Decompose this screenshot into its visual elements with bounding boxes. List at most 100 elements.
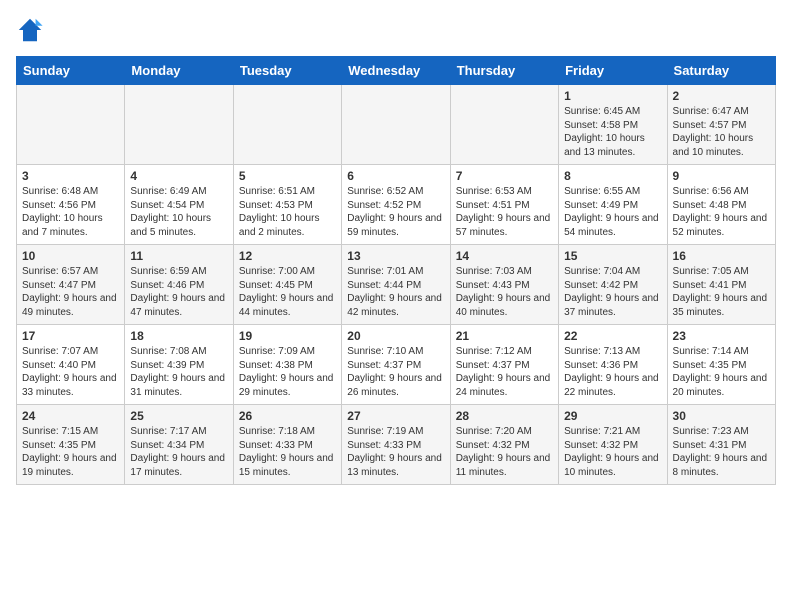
calendar-cell: 15 Sunrise: 7:04 AM Sunset: 4:42 PM Dayli… [559, 245, 667, 325]
calendar-cell: 30 Sunrise: 7:23 AM Sunset: 4:31 PM Dayli… [667, 405, 775, 485]
calendar-cell: 26 Sunrise: 7:18 AM Sunset: 4:33 PM Dayli… [233, 405, 341, 485]
day-info: Sunrise: 7:13 AM Sunset: 4:36 PM Dayligh… [564, 345, 661, 399]
day-info: Sunrise: 6:55 AM Sunset: 4:49 PM Dayligh… [564, 185, 661, 239]
day-number: 29 [564, 409, 661, 423]
day-number: 7 [456, 169, 553, 183]
calendar-cell: 28 Sunrise: 7:20 AM Sunset: 4:32 PM Dayli… [450, 405, 558, 485]
day-info: Sunrise: 7:07 AM Sunset: 4:40 PM Dayligh… [22, 345, 119, 399]
calendar-cell: 24 Sunrise: 7:15 AM Sunset: 4:35 PM Dayli… [17, 405, 125, 485]
calendar-cell [342, 85, 450, 165]
day-number: 13 [347, 249, 444, 263]
day-info: Sunrise: 7:00 AM Sunset: 4:45 PM Dayligh… [239, 265, 336, 319]
day-info: Sunrise: 6:52 AM Sunset: 4:52 PM Dayligh… [347, 185, 444, 239]
day-info: Sunrise: 6:47 AM Sunset: 4:57 PM Dayligh… [673, 105, 770, 159]
col-header-monday: Monday [125, 57, 233, 85]
calendar-cell: 18Sunrise: 7:08 AM Sunset: 4:39 PM Dayli… [125, 325, 233, 405]
day-number: 23 [673, 329, 770, 343]
day-number: 27 [347, 409, 444, 423]
day-number: 9 [673, 169, 770, 183]
header [16, 16, 776, 44]
day-number: 16 [673, 249, 770, 263]
day-info: Sunrise: 7:19 AM Sunset: 4:33 PM Dayligh… [347, 425, 444, 479]
calendar-week-row: 24 Sunrise: 7:15 AM Sunset: 4:35 PM Dayli… [17, 405, 776, 485]
day-number: 5 [239, 169, 336, 183]
day-number: 6 [347, 169, 444, 183]
day-number: 20 [347, 329, 444, 343]
calendar-week-row: 1 Sunrise: 6:45 AM Sunset: 4:58 PM Daylig… [17, 85, 776, 165]
calendar: SundayMondayTuesdayWednesdayThursdayFrid… [16, 56, 776, 485]
day-info: Sunrise: 6:53 AM Sunset: 4:51 PM Dayligh… [456, 185, 553, 239]
calendar-cell: 9 Sunrise: 6:56 AM Sunset: 4:48 PM Daylig… [667, 165, 775, 245]
calendar-cell [17, 85, 125, 165]
calendar-cell: 29 Sunrise: 7:21 AM Sunset: 4:32 PM Dayli… [559, 405, 667, 485]
day-number: 2 [673, 89, 770, 103]
day-info: Sunrise: 7:21 AM Sunset: 4:32 PM Dayligh… [564, 425, 661, 479]
calendar-cell: 10 Sunrise: 6:57 AM Sunset: 4:47 PM Dayli… [17, 245, 125, 325]
day-info: Sunrise: 7:09 AM Sunset: 4:38 PM Dayligh… [239, 345, 336, 399]
day-number: 1 [564, 89, 661, 103]
day-number: 12 [239, 249, 336, 263]
day-info: Sunrise: 6:45 AM Sunset: 4:58 PM Dayligh… [564, 105, 661, 159]
day-number: 15 [564, 249, 661, 263]
col-header-saturday: Saturday [667, 57, 775, 85]
day-number: 3 [22, 169, 119, 183]
day-info: Sunrise: 7:15 AM Sunset: 4:35 PM Dayligh… [22, 425, 119, 479]
day-info: Sunrise: 7:23 AM Sunset: 4:31 PM Dayligh… [673, 425, 770, 479]
calendar-header-row: SundayMondayTuesdayWednesdayThursdayFrid… [17, 57, 776, 85]
day-info: Sunrise: 7:20 AM Sunset: 4:32 PM Dayligh… [456, 425, 553, 479]
col-header-wednesday: Wednesday [342, 57, 450, 85]
calendar-cell [450, 85, 558, 165]
day-number: 4 [130, 169, 227, 183]
calendar-cell: 7 Sunrise: 6:53 AM Sunset: 4:51 PM Daylig… [450, 165, 558, 245]
logo [16, 16, 48, 44]
calendar-cell: 21 Sunrise: 7:12 AM Sunset: 4:37 PM Dayli… [450, 325, 558, 405]
day-info: Sunrise: 7:10 AM Sunset: 4:37 PM Dayligh… [347, 345, 444, 399]
day-number: 19 [239, 329, 336, 343]
calendar-cell [233, 85, 341, 165]
day-number: 28 [456, 409, 553, 423]
day-number: 30 [673, 409, 770, 423]
day-info: Sunrise: 6:56 AM Sunset: 4:48 PM Dayligh… [673, 185, 770, 239]
col-header-friday: Friday [559, 57, 667, 85]
calendar-cell: 22Sunrise: 7:13 AM Sunset: 4:36 PM Dayli… [559, 325, 667, 405]
calendar-week-row: 10 Sunrise: 6:57 AM Sunset: 4:47 PM Dayli… [17, 245, 776, 325]
day-info: Sunrise: 6:49 AM Sunset: 4:54 PM Dayligh… [130, 185, 227, 239]
day-info: Sunrise: 7:03 AM Sunset: 4:43 PM Dayligh… [456, 265, 553, 319]
day-number: 24 [22, 409, 119, 423]
day-number: 25 [130, 409, 227, 423]
day-info: Sunrise: 6:51 AM Sunset: 4:53 PM Dayligh… [239, 185, 336, 239]
day-info: Sunrise: 7:01 AM Sunset: 4:44 PM Dayligh… [347, 265, 444, 319]
day-info: Sunrise: 7:14 AM Sunset: 4:35 PM Dayligh… [673, 345, 770, 399]
calendar-cell: 1 Sunrise: 6:45 AM Sunset: 4:58 PM Daylig… [559, 85, 667, 165]
calendar-cell: 8Sunrise: 6:55 AM Sunset: 4:49 PM Daylig… [559, 165, 667, 245]
calendar-cell: 14 Sunrise: 7:03 AM Sunset: 4:43 PM Dayli… [450, 245, 558, 325]
col-header-sunday: Sunday [17, 57, 125, 85]
day-info: Sunrise: 7:18 AM Sunset: 4:33 PM Dayligh… [239, 425, 336, 479]
day-info: Sunrise: 7:12 AM Sunset: 4:37 PM Dayligh… [456, 345, 553, 399]
calendar-cell: 13 Sunrise: 7:01 AM Sunset: 4:44 PM Dayli… [342, 245, 450, 325]
day-info: Sunrise: 6:57 AM Sunset: 4:47 PM Dayligh… [22, 265, 119, 319]
day-number: 17 [22, 329, 119, 343]
day-number: 14 [456, 249, 553, 263]
calendar-cell: 25 Sunrise: 7:17 AM Sunset: 4:34 PM Dayli… [125, 405, 233, 485]
calendar-cell: 23 Sunrise: 7:14 AM Sunset: 4:35 PM Dayli… [667, 325, 775, 405]
calendar-cell: 2 Sunrise: 6:47 AM Sunset: 4:57 PM Daylig… [667, 85, 775, 165]
calendar-cell: 16 Sunrise: 7:05 AM Sunset: 4:41 PM Dayli… [667, 245, 775, 325]
day-info: Sunrise: 7:17 AM Sunset: 4:34 PM Dayligh… [130, 425, 227, 479]
day-info: Sunrise: 7:08 AM Sunset: 4:39 PM Dayligh… [130, 345, 227, 399]
calendar-cell: 19 Sunrise: 7:09 AM Sunset: 4:38 PM Dayli… [233, 325, 341, 405]
logo-icon [16, 16, 44, 44]
day-number: 10 [22, 249, 119, 263]
col-header-thursday: Thursday [450, 57, 558, 85]
calendar-cell [125, 85, 233, 165]
day-number: 11 [130, 249, 227, 263]
calendar-cell: 6 Sunrise: 6:52 AM Sunset: 4:52 PM Daylig… [342, 165, 450, 245]
day-number: 21 [456, 329, 553, 343]
day-info: Sunrise: 7:04 AM Sunset: 4:42 PM Dayligh… [564, 265, 661, 319]
col-header-tuesday: Tuesday [233, 57, 341, 85]
calendar-cell: 20 Sunrise: 7:10 AM Sunset: 4:37 PM Dayli… [342, 325, 450, 405]
calendar-cell: 11Sunrise: 6:59 AM Sunset: 4:46 PM Dayli… [125, 245, 233, 325]
day-number: 26 [239, 409, 336, 423]
day-info: Sunrise: 7:05 AM Sunset: 4:41 PM Dayligh… [673, 265, 770, 319]
day-info: Sunrise: 6:48 AM Sunset: 4:56 PM Dayligh… [22, 185, 119, 239]
